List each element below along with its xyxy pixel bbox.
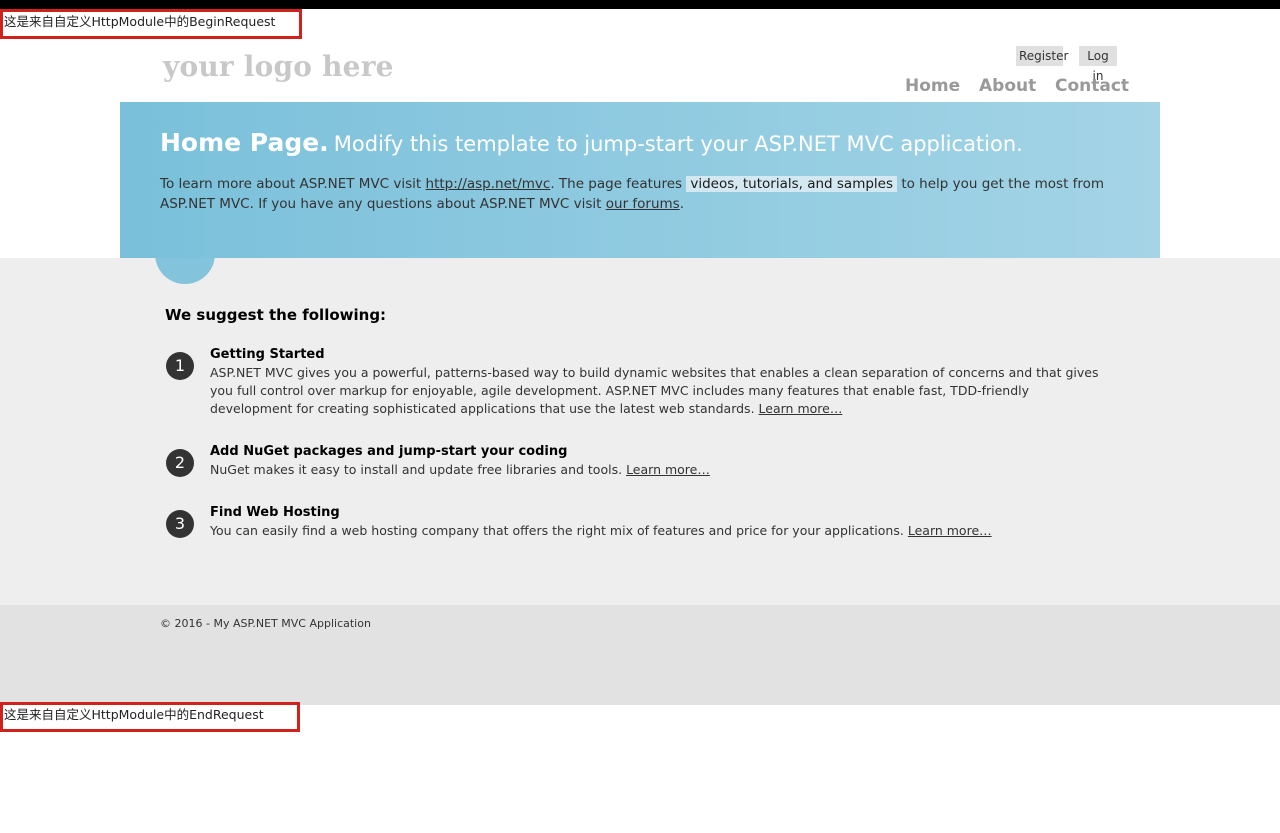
footer-copyright: © 2016 - My ASP.NET MVC Application [160, 617, 371, 630]
featured-highlight: videos, tutorials, and samples [686, 176, 898, 192]
featured-text: To learn more about ASP.NET MVC visit ht… [160, 174, 1120, 214]
step-number-badge: 2 [166, 449, 194, 477]
step-body: Add NuGet packages and jump-start your c… [210, 443, 1110, 479]
step-title: Getting Started [210, 347, 325, 362]
log-in-link[interactable]: Log in [1079, 46, 1117, 83]
featured-banner: Home Page. Modify this template to jump-… [120, 102, 1160, 258]
featured-text-part: . [679, 196, 685, 212]
top-black-strip [0, 0, 1280, 9]
step-number-badge: 3 [166, 510, 194, 538]
step-body: Find Web Hosting You can easily find a w… [210, 504, 1110, 540]
suggest-heading: We suggest the following: [165, 306, 387, 324]
featured-title: Home Page. Modify this template to jump-… [160, 126, 1023, 163]
nav-home[interactable]: Home [905, 74, 960, 98]
featured-title-rest: Modify this template to jump-start your … [333, 132, 1023, 156]
nav-about[interactable]: About [979, 74, 1036, 98]
step-number-badge: 1 [166, 352, 194, 380]
nav-contact[interactable]: Contact [1055, 74, 1129, 98]
step-description: ASP.NET MVC gives you a powerful, patter… [210, 365, 1099, 416]
step-text: NuGet makes it easy to install and updat… [210, 461, 1110, 479]
learn-more-link[interactable]: Learn more… [626, 462, 710, 477]
asp-net-mvc-link[interactable]: http://asp.net/mvc [426, 176, 551, 192]
step-description: You can easily find a web hosting compan… [210, 523, 904, 538]
step-text: You can easily find a web hosting compan… [210, 522, 1110, 540]
step-text: ASP.NET MVC gives you a powerful, patter… [210, 364, 1110, 418]
site-logo[interactable]: your logo here [163, 50, 394, 83]
end-request-message: 这是来自自定义HttpModule中的EndRequest [0, 702, 300, 732]
register-link[interactable]: Register [1016, 46, 1068, 66]
featured-text-part: To learn more about ASP.NET MVC visit [160, 176, 422, 192]
featured-title-strong: Home Page. [160, 128, 329, 157]
step-description: NuGet makes it easy to install and updat… [210, 462, 623, 477]
step-title: Find Web Hosting [210, 505, 340, 520]
step-body: Getting Started ASP.NET MVC gives you a … [210, 346, 1110, 418]
learn-more-link[interactable]: Learn more… [908, 523, 992, 538]
page-footer: © 2016 - My ASP.NET MVC Application [0, 605, 1280, 705]
featured-text-part: . The page features [550, 176, 683, 192]
learn-more-link[interactable]: Learn more… [759, 401, 843, 416]
begin-request-message: 这是来自自定义HttpModule中的BeginRequest [0, 9, 302, 39]
forums-link[interactable]: our forums [606, 196, 680, 212]
step-title: Add NuGet packages and jump-start your c… [210, 444, 568, 459]
